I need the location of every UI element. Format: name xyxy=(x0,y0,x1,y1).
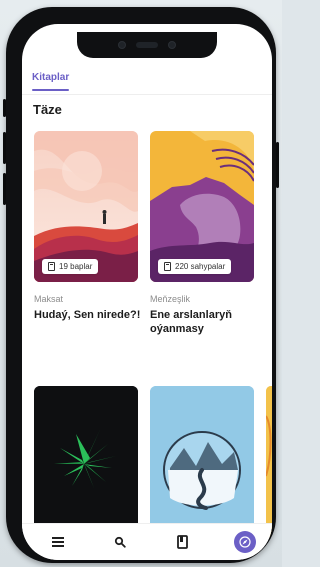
book-icon xyxy=(164,262,171,271)
top-tab-bar: Kitaplar xyxy=(22,58,272,95)
phone-frame: Kitaplar Täze 19 baplar Maksat Hudaý, Se… xyxy=(3,7,279,563)
book-card[interactable]: 19 baplar xyxy=(34,131,138,282)
silent-switch xyxy=(3,99,6,117)
bookmark-icon xyxy=(177,535,188,549)
compass-icon xyxy=(239,536,251,548)
pages-badge: 220 sahypalar xyxy=(158,259,232,274)
book-card[interactable] xyxy=(266,386,272,537)
book-card[interactable] xyxy=(150,386,254,537)
nav-bookmarks[interactable] xyxy=(172,531,194,553)
search-icon xyxy=(114,536,126,548)
bottom-navigation xyxy=(22,523,272,560)
speaker-icon xyxy=(136,42,158,48)
book-title[interactable]: Ene arslanlaryň oýanmasy xyxy=(150,308,260,336)
tab-books[interactable]: Kitaplar xyxy=(32,72,69,83)
book-cover-image xyxy=(150,386,254,537)
menu-icon xyxy=(52,537,64,547)
chapters-badge: 19 baplar xyxy=(42,259,99,274)
book-category: Meňzeşlik xyxy=(150,294,191,304)
volume-down-button xyxy=(3,173,6,205)
power-button xyxy=(276,142,279,188)
book-title[interactable]: Hudaý, Sen nirede?! xyxy=(34,308,144,322)
pages-count: 220 sahypalar xyxy=(175,262,226,271)
phone-notch xyxy=(77,32,217,58)
nav-discover[interactable] xyxy=(234,531,256,553)
book-icon xyxy=(48,262,55,271)
book-cover-image xyxy=(266,386,272,537)
nav-search[interactable] xyxy=(109,531,131,553)
camera-icon xyxy=(118,41,126,49)
book-card[interactable]: 220 sahypalar xyxy=(150,131,254,282)
section-title: Täze xyxy=(33,102,62,117)
app-screen: Kitaplar Täze 19 baplar Maksat Hudaý, Se… xyxy=(22,24,272,560)
chapters-count: 19 baplar xyxy=(59,262,93,271)
sensor-icon xyxy=(168,41,176,49)
nav-menu[interactable] xyxy=(47,531,69,553)
book-cover-image xyxy=(34,386,138,537)
volume-up-button xyxy=(3,132,6,164)
book-category: Maksat xyxy=(34,294,64,304)
tab-active-indicator xyxy=(32,89,69,91)
book-card[interactable] xyxy=(34,386,138,537)
